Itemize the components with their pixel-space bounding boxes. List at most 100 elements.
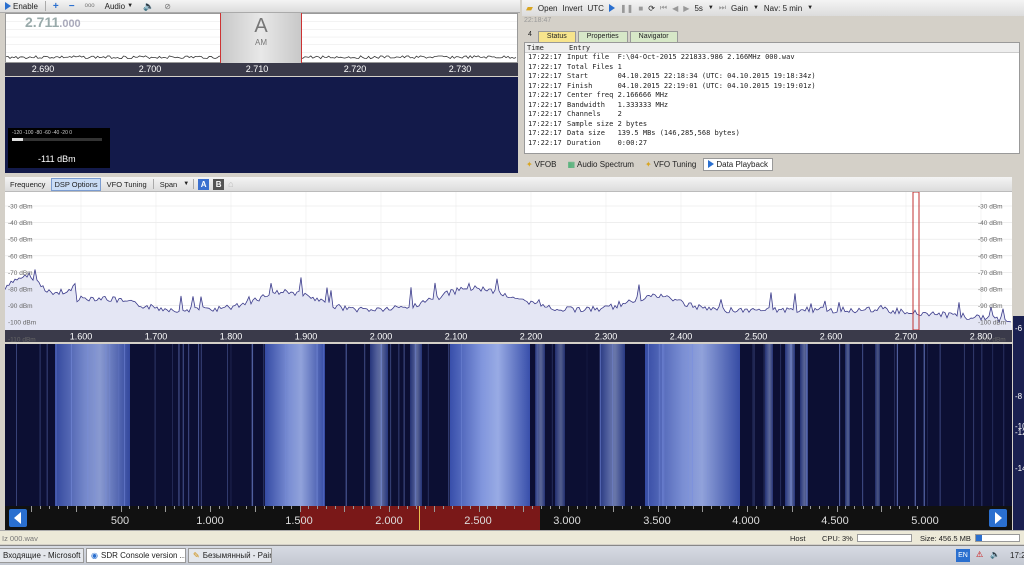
frequency-tick: 2.500 [745, 332, 768, 342]
scale-label: 3.000 [553, 515, 581, 527]
chevron-down-icon: ▼ [752, 5, 759, 11]
status-log-row[interactable]: 17:22:17 Duration 0:00:27 [525, 139, 1019, 149]
frequency-tick: 2.700 [895, 332, 918, 342]
log-time: 17:22:17 [528, 62, 562, 71]
status-size: Size: 456.5 MB [920, 534, 971, 543]
invert-button[interactable]: Invert [563, 4, 583, 13]
tab-status[interactable]: Status [537, 31, 576, 42]
speed-button[interactable]: ooo [82, 1, 98, 12]
mode-label: AM [255, 38, 267, 47]
tab-navigator[interactable]: Navigator [629, 31, 678, 42]
pause-icon[interactable]: ❚❚ [620, 4, 633, 13]
status-log-row[interactable]: 17:22:17 Sample size 2 bytes [525, 120, 1019, 130]
status-log-row[interactable]: 17:22:17 Total Files 1 [525, 63, 1019, 73]
log-entry: Total Files 1 [567, 62, 622, 71]
frequency-tick: 2.300 [595, 332, 618, 342]
right-waterfall-strip: -6 -8 -10 -12 -14 [1013, 316, 1024, 530]
smeter-value: -111 dBm [38, 154, 76, 164]
speaker-button[interactable]: 🔈 [140, 1, 157, 12]
frequency-main: 2.711 [25, 14, 60, 30]
audio-scale-bar[interactable]: 500 1.000 1.500 2.000 2.500 3.000 3.500 … [5, 506, 1012, 530]
scroll-right-button[interactable] [989, 509, 1007, 527]
chevron-down-icon: ▼ [183, 181, 190, 187]
status-log-row[interactable]: 17:22:17 Center freq 2.166666 MHz [525, 91, 1019, 101]
vfo-a-button[interactable]: A [198, 178, 210, 190]
task-label: SDR Console version ... [100, 551, 186, 560]
log-time: 17:22:17 [528, 53, 562, 61]
audio-label: Audio [104, 1, 126, 11]
status-log-row[interactable]: 17:22:17 Input file F:\04-Oct-2015 221833… [525, 53, 1019, 63]
status-cpu: CPU: 3% [822, 534, 853, 543]
vfo-tuning-tab[interactable]: VFO Tuning [105, 179, 149, 190]
status-log-row[interactable]: 17:22:17 Start 04.10.2015 22:18:34 (UTC: … [525, 72, 1019, 82]
chevron-down-icon: ▼ [707, 5, 714, 11]
skip-forward-icon[interactable]: ⏭ [719, 3, 726, 13]
dsp-options-tab[interactable]: DSP Options [51, 177, 101, 191]
remove-button[interactable]: − [66, 1, 78, 12]
vfo-passband[interactable]: A AM [220, 13, 302, 63]
strip-label: -6 [1015, 324, 1023, 333]
signal-meter: -120 -100 -80 -60 -40 -20 0 -111 dBm [8, 128, 110, 168]
waterfall-display[interactable] [5, 344, 1012, 506]
frequency-tick: 2.800 [970, 332, 993, 342]
frequency-tick: 2.000 [370, 332, 393, 342]
volume-icon[interactable]: 🔈 [990, 550, 1000, 559]
frequency-display[interactable]: 2.711.000 [25, 14, 81, 30]
skip-back-icon[interactable]: ⏮ [660, 3, 667, 13]
stop-icon[interactable]: ■ [638, 4, 643, 13]
status-log-row[interactable]: 17:22:17 Bandwidth 1.333333 MHz [525, 101, 1019, 111]
task-outlook[interactable]: Входящие - Microsoft O... [0, 548, 84, 563]
gain-dropdown[interactable]: Gain [731, 4, 748, 13]
cpu-progress [857, 534, 912, 542]
status-log-header: Time Entry [525, 43, 1019, 53]
frequency-tab[interactable]: Frequency [8, 179, 47, 190]
tab-vfo-tuning[interactable]: ✦ VFO Tuning [641, 159, 700, 170]
lock-icon[interactable]: ⌂ [228, 179, 233, 189]
tray-icon[interactable]: ⚠ [976, 550, 983, 559]
scale-label: 4.000 [732, 515, 760, 527]
play-icon[interactable] [608, 4, 615, 12]
strip-label: -8 [1015, 392, 1023, 401]
tab-audio-spectrum[interactable]: ▦ Audio Spectrum [563, 159, 637, 170]
status-log[interactable]: Time Entry 17:22:17 Input file F:\04-Oct-… [524, 42, 1020, 154]
status-log-row[interactable]: 17:22:17 Finish 04.10.2015 22:19:01 (UTC:… [525, 82, 1019, 92]
scroll-left-button[interactable] [9, 509, 27, 527]
add-button[interactable]: + [50, 1, 62, 12]
back-icon[interactable]: ◀ [672, 4, 678, 13]
tab-data-playback[interactable]: Data Playback [703, 157, 773, 171]
db-label: -90 dBm [978, 303, 1003, 310]
db-label: -40 dBm [978, 220, 1003, 227]
loop-icon[interactable]: ⟳ [648, 4, 655, 13]
audio-dropdown[interactable]: Audio ▼ [102, 1, 136, 12]
frequency-tick: 1.600 [70, 332, 93, 342]
forward-icon[interactable]: ▶ [683, 4, 689, 13]
utc-button[interactable]: UTC [588, 4, 604, 13]
mute-button[interactable]: ⊘ [161, 1, 174, 12]
log-time: 17:22:17 [528, 138, 562, 147]
tab-properties[interactable]: Properties [577, 31, 628, 42]
spectrum-display[interactable]: -30 dBm -30 dBm -40 dBm -40 dBm -50 dBm -50 d… [5, 192, 1012, 342]
nav-dropdown[interactable]: Nav: 5 min [764, 4, 802, 13]
open-button[interactable]: Open [538, 4, 558, 13]
minus-icon: − [68, 0, 75, 12]
strip-label: -12 [1015, 428, 1024, 437]
db-label: -80 dBm [8, 287, 33, 294]
status-log-row[interactable]: 17:22:17 Data size 139.5 MBs (146,285,568… [525, 129, 1019, 139]
db-label: -80 dBm [978, 287, 1003, 294]
span-dropdown[interactable]: Span [158, 179, 180, 190]
smeter-fill [12, 138, 23, 141]
playback-time: 22:18:47 [524, 17, 552, 24]
speed-dropdown[interactable]: 5s [694, 4, 702, 13]
vfo-icon: ✦ [526, 159, 533, 169]
language-indicator[interactable]: EN [956, 549, 970, 562]
task-sdr-console[interactable]: ◉ SDR Console version ... [86, 548, 186, 563]
db-label: -50 dBm [978, 237, 1003, 244]
mini-tick: 2.730 [448, 64, 472, 74]
task-paint[interactable]: ✎ Безымянный - Paint [188, 548, 272, 563]
enable-button[interactable]: Enable [2, 1, 41, 12]
tab-vfob[interactable]: ✦ VFOB [522, 159, 560, 170]
mini-frequency-axis: 2.690 2.700 2.710 2.720 2.730 [5, 63, 518, 76]
status-log-row[interactable]: 17:22:17 Channels 2 [525, 110, 1019, 120]
log-entry: Duration 0:00:27 [567, 138, 648, 147]
vfo-b-button[interactable]: B [213, 178, 225, 190]
